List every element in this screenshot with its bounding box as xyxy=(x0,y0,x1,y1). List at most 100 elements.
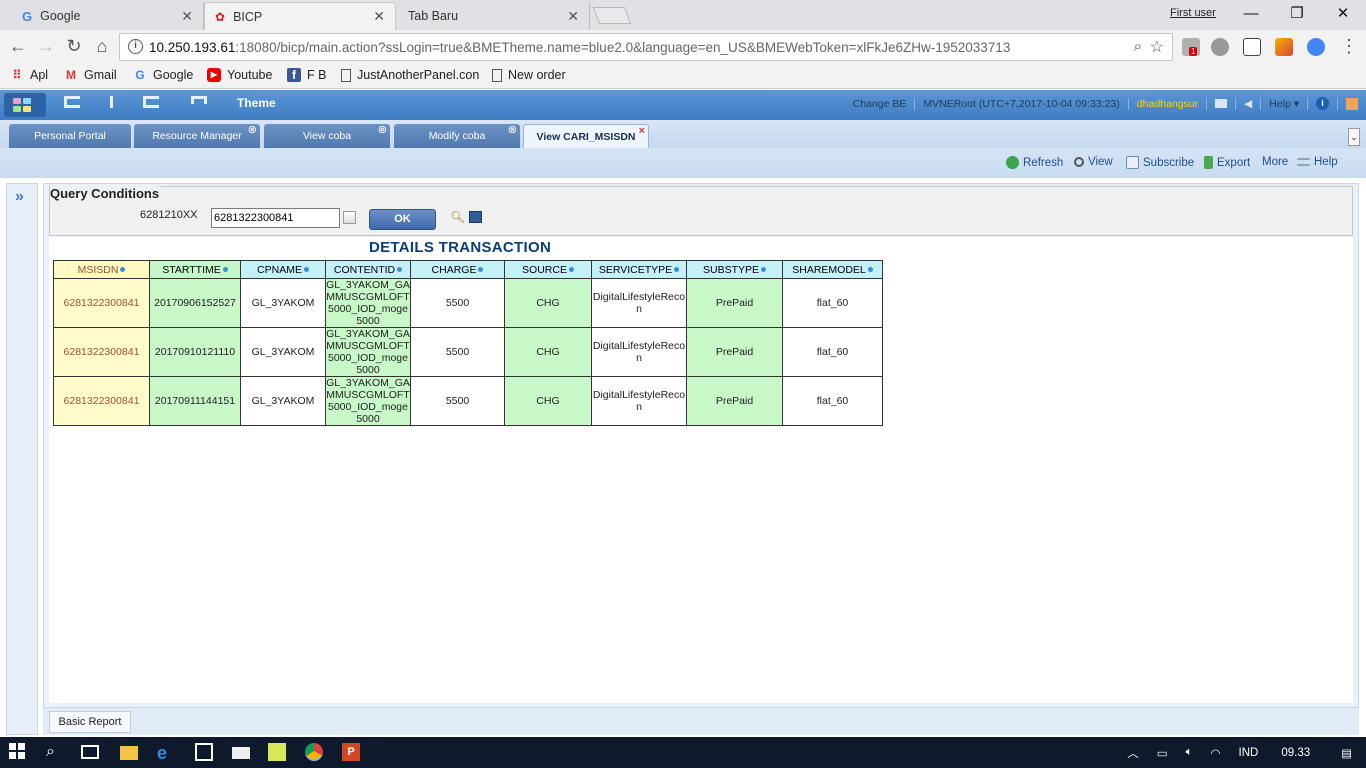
refresh-button[interactable]: Refresh xyxy=(1006,156,1063,169)
colorful-extension-icon[interactable] xyxy=(1275,38,1293,56)
forward-icon[interactable]: → xyxy=(35,36,57,57)
bookmark-youtube[interactable]: ▶ Youtube xyxy=(207,68,272,82)
browser-tab-new[interactable]: Tab Baru ✕ xyxy=(398,2,590,30)
restore-icon[interactable]: ❐ xyxy=(1274,0,1320,30)
report-tab-strip xyxy=(43,708,1359,735)
close-tab-icon[interactable]: × xyxy=(639,119,645,143)
screenshot-extension-icon[interactable] xyxy=(1243,38,1261,56)
powerpoint-icon[interactable]: P xyxy=(342,743,360,761)
more-button[interactable]: More xyxy=(1262,156,1288,168)
cell-servicetype: DigitalLifestyleRecon xyxy=(591,278,687,328)
show-hidden-icons-icon[interactable]: ︿ xyxy=(1127,745,1139,761)
tab-view-coba[interactable]: View coba ⊗ xyxy=(264,124,390,148)
back-icon[interactable]: ← xyxy=(7,36,29,57)
expand-sidebar-icon[interactable]: » xyxy=(15,188,24,206)
home-icon[interactable]: ⌂ xyxy=(91,36,113,57)
browser-tab-google[interactable]: G Google ✕ xyxy=(12,2,204,30)
bookmark-gmail[interactable]: M Gmail xyxy=(64,68,117,82)
profile-name[interactable]: First user xyxy=(1170,7,1216,19)
tab-basic-report[interactable]: Basic Report xyxy=(49,711,131,733)
help-button[interactable]: Help xyxy=(1297,156,1338,168)
column-header-substype[interactable]: SUBSTYPE xyxy=(686,260,783,279)
close-tab-icon[interactable]: ⊗ xyxy=(378,118,387,142)
subscribe-button[interactable]: Subscribe xyxy=(1126,156,1194,169)
save-icon[interactable] xyxy=(469,211,482,223)
task-view-icon[interactable] xyxy=(81,745,99,759)
address-bar[interactable]: i 10.250.193.61:18080/bicp/main.action?s… xyxy=(119,33,1173,61)
bookmark-apps[interactable]: ⠿ Apl xyxy=(10,68,48,82)
speaker-icon[interactable]: ◀ xyxy=(1244,98,1252,110)
action-center-icon[interactable]: ▤ xyxy=(1341,746,1352,760)
info-icon[interactable]: i xyxy=(1316,97,1329,110)
app-menu-icon[interactable] xyxy=(4,93,46,117)
language-indicator[interactable]: IND xyxy=(1239,747,1259,759)
close-tab-icon[interactable]: ✕ xyxy=(373,8,385,25)
chrome-icon[interactable] xyxy=(305,743,323,761)
search-icon[interactable]: ⌕ xyxy=(46,743,64,761)
cell-starttime: 20170910121110 xyxy=(149,327,241,377)
msisdn-input[interactable] xyxy=(211,208,340,228)
column-header-cpname[interactable]: CPNAME xyxy=(240,260,326,279)
close-tab-icon[interactable]: ✕ xyxy=(567,8,579,25)
help-menu[interactable]: Help ▾ xyxy=(1269,98,1299,110)
chrome-extension-icon[interactable] xyxy=(1307,38,1325,56)
bookmark-new-order[interactable]: New order xyxy=(492,68,566,82)
column-header-charge[interactable]: CHARGE xyxy=(410,260,505,279)
bookmark-star-icon[interactable]: ☆ xyxy=(1150,37,1164,57)
cell-contentid: GL_3YAKOM_GAMMUSCGMLOFT5000_IOD_moge5000 xyxy=(325,376,411,426)
cloud-extension-icon[interactable] xyxy=(1211,38,1229,56)
close-tab-icon[interactable]: ⊗ xyxy=(248,118,257,142)
zoom-icon[interactable]: ⌕ xyxy=(1134,38,1142,55)
view-button[interactable]: View xyxy=(1074,156,1113,168)
close-window-icon[interactable]: ✕ xyxy=(1320,0,1366,30)
shield-extension-icon[interactable]: 1 xyxy=(1182,38,1200,56)
column-header-contentid[interactable]: CONTENTID xyxy=(325,260,411,279)
tab-resource-manager[interactable]: Resource Manager ⊗ xyxy=(134,124,260,148)
column-header-servicetype[interactable]: SERVICETYPE xyxy=(591,260,687,279)
bookmark-jap[interactable]: JustAnotherPanel.con xyxy=(341,68,479,82)
new-tab-button[interactable] xyxy=(592,7,632,24)
volume-muted-icon[interactable]: 🔈︎ xyxy=(1186,746,1193,759)
column-header-starttime[interactable]: STARTTIME xyxy=(149,260,241,279)
clock[interactable]: 09.33 xyxy=(1281,747,1310,759)
change-be-link[interactable]: Change BE xyxy=(853,98,907,110)
username[interactable]: dhadhangsur xyxy=(1137,98,1198,110)
bookmark-google[interactable]: G Google xyxy=(133,68,193,82)
windows-taskbar: ⌕ e P ︿ ▭ 🔈︎ ◠ IND 09.33 ▤ xyxy=(0,737,1366,768)
column-header-sharemodel[interactable]: SHAREMODEL xyxy=(782,260,883,279)
wifi-icon[interactable]: ◠ xyxy=(1210,746,1220,760)
column-header-source[interactable]: SOURCE xyxy=(504,260,592,279)
battery-icon[interactable]: ▭ xyxy=(1157,746,1168,760)
browser-tab-title: Tab Baru xyxy=(408,9,459,23)
menu-kebab-icon[interactable]: ⋮ xyxy=(1338,36,1360,57)
close-tab-icon[interactable]: ⊗ xyxy=(508,118,517,142)
file-explorer-icon[interactable] xyxy=(120,746,138,760)
windows-start-icon[interactable] xyxy=(9,743,27,761)
mail-icon[interactable] xyxy=(1215,99,1228,108)
tab-view-cari-msisdn[interactable]: View CARI_MSISDN × xyxy=(523,124,649,148)
edge-icon[interactable]: e xyxy=(157,743,175,763)
query-checkbox[interactable] xyxy=(343,211,356,224)
close-tab-icon[interactable]: ✕ xyxy=(181,8,193,25)
search-icon[interactable]: 🔍︎ xyxy=(450,210,465,224)
browser-tab-bicp[interactable]: ✿ BICP ✕ xyxy=(204,2,396,30)
cell-servicetype: DigitalLifestyleRecon xyxy=(591,376,687,426)
minimize-icon[interactable]: — xyxy=(1228,0,1274,30)
notepad-icon[interactable] xyxy=(268,743,286,761)
column-header-msisdn[interactable]: MSISDN xyxy=(53,260,150,279)
tab-personal-portal[interactable]: Personal Portal xyxy=(9,124,131,148)
site-info-icon[interactable]: i xyxy=(128,39,143,54)
cell-source: CHG xyxy=(504,278,592,328)
theme-link[interactable]: Theme xyxy=(237,96,276,110)
cell-servicetype: DigitalLifestyleRecon xyxy=(591,327,687,377)
mail-icon[interactable] xyxy=(232,747,250,759)
store-icon[interactable] xyxy=(195,743,213,761)
reload-icon[interactable]: ↻ xyxy=(63,36,85,57)
export-button[interactable]: Export xyxy=(1204,156,1250,169)
bookmark-facebook[interactable]: fF B xyxy=(287,68,326,82)
ok-button[interactable]: OK xyxy=(369,209,436,230)
tab-scroll-icon[interactable]: ⌄ xyxy=(1348,128,1360,146)
logout-icon[interactable] xyxy=(1346,97,1358,110)
tab-modify-coba[interactable]: Modify coba ⊗ xyxy=(394,124,520,148)
youtube-icon: ▶ xyxy=(207,68,221,82)
